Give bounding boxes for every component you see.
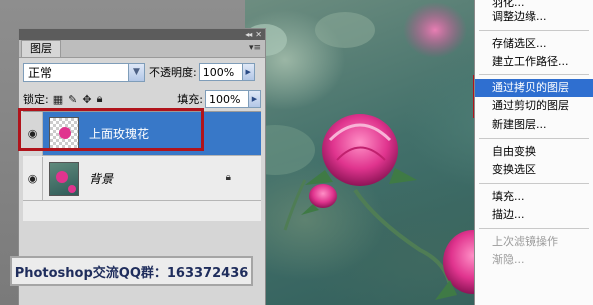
- opacity-label: 不透明度:: [149, 66, 197, 79]
- lock-fill-row: 锁定: ▦ ✎ ✥ 🔒︎ 填充: 100% ▶: [23, 89, 261, 109]
- move-icon[interactable]: ✥: [82, 93, 91, 106]
- tab-layers[interactable]: 图层: [21, 40, 61, 57]
- qq-group-banner: Photoshop交流QQ群：163372436: [10, 256, 253, 286]
- opacity-slider-arrow-icon[interactable]: ▶: [241, 64, 254, 80]
- fill-label: 填充:: [177, 93, 203, 106]
- menu-item-save-selection[interactable]: 存储选区...: [475, 35, 593, 53]
- panel-tab-row: 图层 ▾≡: [19, 40, 265, 58]
- menu-separator: [479, 138, 589, 139]
- menu-item-transform-selection[interactable]: 变换选区: [475, 161, 593, 179]
- menu-separator: [479, 183, 589, 184]
- fill-slider-arrow-icon[interactable]: ▶: [248, 91, 260, 107]
- lock-label: 锁定:: [23, 93, 49, 106]
- menu-separator: [479, 74, 589, 75]
- fill-value: 100%: [209, 92, 241, 106]
- menu-item-make-work-path[interactable]: 建立工作路径...: [475, 53, 593, 71]
- fill-group: 填充: 100% ▶: [173, 90, 261, 108]
- close-icon[interactable]: ✕: [255, 30, 262, 39]
- context-menu: 羽化... 调整边缘... 存储选区... 建立工作路径... 通过拷贝的图层 …: [474, 0, 593, 305]
- opacity-field[interactable]: 100% ▶: [198, 63, 255, 81]
- menu-item-fill[interactable]: 填充...: [475, 188, 593, 206]
- menu-item-last-filter: 上次滤镜操作: [492, 235, 558, 248]
- collapse-icon[interactable]: ◂◂: [245, 30, 252, 39]
- menu-item-stroke[interactable]: 描边...: [475, 206, 593, 224]
- chevron-down-icon[interactable]: ▼: [128, 63, 144, 81]
- panel-menu-icon[interactable]: ▾≡: [249, 43, 261, 53]
- opacity-value: 100%: [202, 65, 235, 79]
- blend-mode-select[interactable]: 正常 ▼: [23, 62, 145, 82]
- menu-item-fade: 渐隐...: [492, 253, 525, 266]
- menu-item-refine-edge[interactable]: 调整边缘...: [475, 8, 593, 26]
- eye-icon[interactable]: ◉: [23, 156, 43, 201]
- layer-thumbnail: [49, 161, 79, 196]
- menu-item-layer-via-copy[interactable]: 通过拷贝的图层: [475, 79, 593, 97]
- lock-transparent-pixels-icon[interactable]: ▦: [53, 93, 63, 106]
- menu-item-free-transform[interactable]: 自由变换: [475, 143, 593, 161]
- lock-icon[interactable]: 🔒︎: [97, 92, 103, 106]
- highlight-box: [18, 108, 204, 151]
- blend-mode-value: 正常: [28, 65, 53, 80]
- lock-icon: 🔒︎: [225, 172, 231, 183]
- panel-title-bar[interactable]: ◂◂ ✕: [19, 29, 265, 40]
- fill-field[interactable]: 100% ▶: [205, 90, 261, 108]
- layer-row[interactable]: ◉ 背景 🔒︎: [23, 156, 261, 201]
- blend-opacity-row: 正常 ▼ 不透明度: 100% ▶: [23, 61, 261, 83]
- menu-item-layer-via-cut[interactable]: 通过剪切的图层: [475, 97, 593, 115]
- menu-separator: [479, 228, 589, 229]
- menu-separator: [479, 30, 589, 31]
- layer-name[interactable]: 背景: [89, 170, 113, 187]
- lock-options: ▦ ✎ ✥ 🔒︎: [53, 92, 103, 106]
- brush-icon[interactable]: ✎: [68, 93, 77, 106]
- menu-item-new-layer[interactable]: 新建图层...: [475, 116, 593, 134]
